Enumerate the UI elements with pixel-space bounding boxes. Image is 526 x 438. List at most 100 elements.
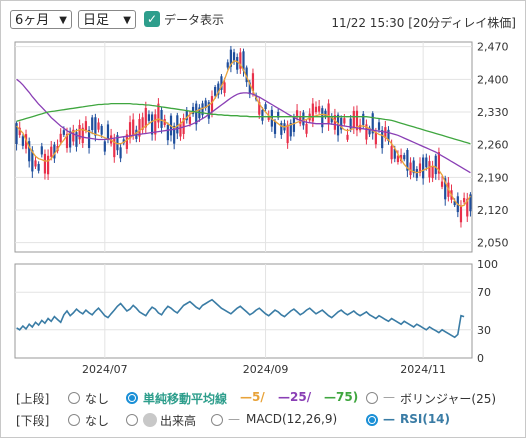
lower-none-radio[interactable] (68, 414, 80, 426)
candle-body (97, 122, 100, 130)
candle-body (346, 134, 349, 140)
candle-body (434, 155, 437, 175)
rsi-panel-border (14, 263, 473, 359)
candle-body (150, 114, 154, 135)
upper-none-label: なし (85, 392, 110, 406)
upper-sma-25-label: 25/ (290, 390, 312, 404)
candle-body (314, 106, 318, 113)
candle-body (59, 133, 62, 143)
moving-average-lines (16, 59, 471, 208)
upper-sma-radio[interactable] (126, 392, 138, 404)
candle-body (390, 146, 393, 160)
price-tick-label: 2,400 (477, 73, 509, 86)
volume-icon (143, 413, 157, 427)
rsi-tick-label: 100 (477, 258, 498, 271)
candle-body (428, 161, 431, 178)
lower-rsi-label: RSI(14) (400, 412, 451, 426)
candle-body (463, 198, 466, 203)
candle-body (409, 162, 412, 176)
upper-sma-label: 単純移動平均線 (143, 392, 228, 406)
candle-body (132, 119, 135, 135)
rsi-line (16, 298, 465, 339)
legend-upper-label: [上段] (16, 392, 50, 406)
candle-body (53, 144, 56, 159)
candle-body (302, 112, 305, 126)
date-tick-label: 2024/07 (82, 363, 128, 376)
candle-body (147, 114, 151, 121)
legend-lower-label: [下段] (16, 414, 50, 428)
candle-body (106, 124, 110, 139)
upper-bollinger-radio[interactable] (366, 392, 378, 404)
candle-body (324, 110, 327, 117)
candle-body (46, 155, 50, 175)
price-axis: 2,470 2,400 2,330 2,260 2,190 2,120 2,050 (477, 41, 509, 250)
candle-body (166, 124, 169, 141)
price-tick-label: 2,260 (477, 139, 509, 152)
candle-body (100, 125, 103, 135)
candle-body (37, 163, 40, 171)
candle-body (440, 181, 444, 187)
rsi-tick-label: 0 (477, 352, 484, 365)
rsi-tick-label: 30 (477, 324, 491, 337)
upper-sma-25: —25/ (278, 390, 312, 404)
candle-body (103, 141, 106, 152)
candle-body (119, 147, 122, 159)
candle-body (415, 169, 418, 178)
price-tick-label: 2,470 (477, 41, 509, 54)
candle-body (84, 121, 88, 131)
rsi-line-icon: — (383, 412, 395, 426)
lower-macd-radio[interactable] (211, 414, 223, 426)
candle-body (176, 115, 179, 134)
candle-body (179, 123, 182, 137)
candle-body (327, 103, 330, 125)
lower-volume-radio[interactable] (126, 414, 138, 426)
lower-volume-label: 出来高 (160, 414, 197, 428)
candle-body (210, 96, 214, 113)
candle-body (40, 146, 43, 155)
candle-body (43, 153, 47, 174)
chart-canvas[interactable]: 2,470 2,400 2,330 2,260 2,190 2,120 2,050 100 7… (0, 0, 526, 438)
rsi-axis: 100 70 30 0 (477, 258, 498, 365)
candle-body (264, 104, 267, 110)
candle-body (91, 117, 94, 131)
date-axis: 2024/07 2024/09 2024/11 (82, 363, 446, 376)
candle-body (352, 110, 355, 129)
lower-rsi-radio[interactable] (366, 414, 378, 426)
candle-body (160, 109, 163, 128)
candle-body (62, 130, 65, 135)
candle-body (94, 117, 97, 136)
candle-body (236, 57, 239, 70)
candle-body (261, 109, 264, 121)
ma-5-line (16, 59, 471, 208)
candle-body (226, 62, 229, 68)
candle-body (422, 157, 425, 179)
candle-body (318, 106, 321, 112)
bollinger-line-icon: — (383, 390, 395, 404)
candle-body (34, 160, 37, 167)
candle-body (374, 132, 377, 145)
ma-25-line (16, 78, 471, 174)
candle-body (381, 130, 384, 149)
date-tick-label: 2024/09 (243, 363, 289, 376)
candle-body (321, 108, 324, 128)
rsi-grid (14, 263, 473, 359)
candle-body (144, 107, 147, 128)
lower-macd-label: MACD(12,26,9) (246, 412, 338, 426)
date-tick-label: 2024/11 (400, 363, 446, 376)
candle-body (343, 118, 346, 124)
candle-body (305, 123, 308, 134)
candle-body (311, 103, 314, 122)
upper-sma-75-label: 75) (336, 390, 359, 404)
candle-body (286, 124, 289, 144)
candle-body (188, 116, 192, 124)
upper-none-radio[interactable] (68, 392, 80, 404)
candle-body (425, 157, 428, 168)
upper-bollinger-label: ボリンジャー(25) (400, 392, 497, 406)
price-tick-label: 2,330 (477, 106, 509, 119)
candle-body (50, 146, 53, 157)
upper-sma-5-label: 5/ (252, 390, 265, 404)
candle-body (223, 82, 226, 93)
candle-body (431, 166, 434, 179)
macd-line-icon: — (228, 412, 240, 426)
candle-body (377, 122, 381, 130)
